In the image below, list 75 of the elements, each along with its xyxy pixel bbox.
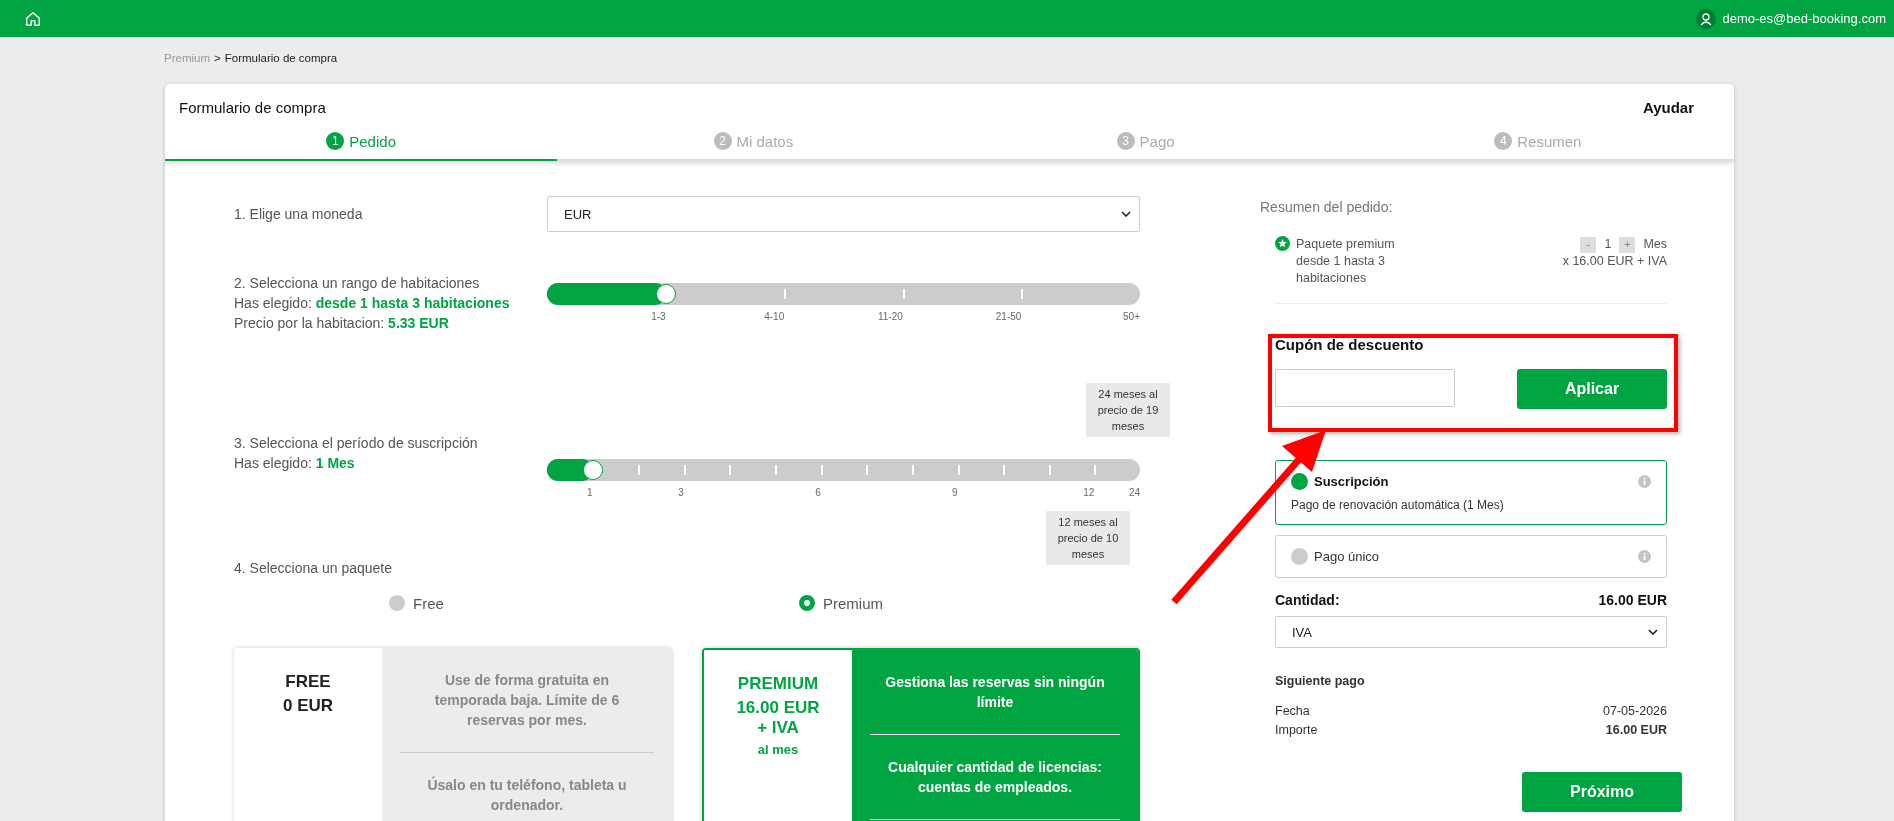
plan-price: 0 EUR — [282, 696, 334, 716]
chevron-icon — [1121, 211, 1131, 217]
next-button[interactable]: Próximo — [1522, 772, 1682, 812]
step-tab[interactable]: 2 Mi datos — [557, 123, 950, 161]
coupon-field[interactable] — [1275, 369, 1455, 407]
step-tab[interactable]: 3 Pago — [949, 123, 1342, 161]
star-badge-icon — [1275, 236, 1290, 251]
amount-label: Cantidad: — [1275, 592, 1340, 608]
tick-label: 3 — [678, 487, 684, 498]
user-email[interactable]: demo-es@bed-booking.com — [1722, 11, 1886, 26]
plan-price: 16.00 EUR + IVA — [735, 698, 821, 738]
plan-name: FREE — [285, 672, 331, 692]
tick-label: 1-3 — [651, 311, 666, 322]
rooms-slider[interactable] — [547, 283, 1140, 305]
tick-label: 9 — [951, 487, 958, 498]
tick-label: 24 — [1128, 487, 1140, 498]
tax-select[interactable]: IVA — [1275, 616, 1667, 648]
radio-dot — [1291, 473, 1308, 490]
tick-label: 12 — [1083, 487, 1095, 498]
help-link[interactable]: Ayudar — [1642, 99, 1694, 123]
tooltip: 12 meses al precio de 10 meses — [1046, 511, 1130, 565]
tick-label: 21-50 — [995, 311, 1022, 322]
step-tab[interactable]: 4 Resumen — [1341, 123, 1734, 161]
currency-label: 1. Elige una moneda — [234, 205, 364, 224]
plan-card[interactable]: PREMIUM 16.00 EUR + IVA al mes Gestiona las reservas sin ningún límite Cualquier cantidad de licencias: cuentas de empleados. — [702, 648, 1140, 821]
chevron-icon — [1648, 629, 1658, 635]
tick-label: 1 — [587, 487, 593, 498]
coupon-label: Cupón de descuento — [1275, 336, 1425, 353]
period-chosen: Has elegido: 1 Mes — [234, 454, 356, 473]
tick-label: 6 — [815, 487, 821, 498]
plan-feature: Use de forma gratuita en temporada baja. Límite de 6 reservas por mes. — [400, 648, 654, 753]
plan-feature: Úsalo en tu teléfono, tableta u ordenador. — [400, 753, 654, 821]
tick-label: 11-20 — [877, 311, 903, 322]
detail-label: Importe — [1275, 722, 1318, 739]
detail-value: 16.00 EUR — [1605, 722, 1667, 739]
form-title: Formulario de compra — [179, 99, 326, 118]
step-tab[interactable]: 1 Pedido — [165, 123, 558, 161]
plan-feature: Gestiona las reservas sin ningún límite — [870, 650, 1120, 735]
info-icon[interactable] — [1638, 550, 1651, 563]
summary-title: Resumen del pedido: — [1260, 199, 1394, 215]
tick-label: 4-10 — [764, 311, 785, 322]
home-icon[interactable] — [24, 9, 42, 28]
breadcrumb-item: > — [214, 52, 221, 66]
breadcrumb-link[interactable]: Premium — [164, 52, 210, 72]
breadcrumb-item: Formulario de compra — [224, 52, 338, 66]
package-radio[interactable]: Premium — [799, 592, 1209, 614]
unit-label: Mes — [1643, 236, 1667, 253]
payment-option[interactable]: Pago único — [1275, 535, 1667, 578]
package-radio[interactable]: Free — [389, 592, 799, 614]
room-price: Precio por la habitacion: 5.33 EUR — [234, 314, 450, 333]
unit-price: x 16.00 EUR + IVA — [1562, 253, 1667, 270]
rooms-chosen: Has elegido: desde 1 hasta 3 habitaciones — [234, 294, 511, 313]
detail-label: Fecha — [1275, 703, 1310, 720]
user-icon[interactable] — [1696, 8, 1717, 29]
period-label: 3. Selecciona el período de suscripción — [234, 434, 479, 453]
plan-name: PREMIUM — [737, 674, 819, 694]
plan-feature: Cualquier cantidad de licencias: cuentas de empleados. — [870, 735, 1120, 820]
package-label: 4. Selecciona un paquete — [234, 559, 393, 578]
apply-button[interactable]: Aplicar — [1517, 369, 1667, 409]
currency-select[interactable]: EUR — [547, 196, 1140, 232]
plus-button[interactable]: + — [1619, 236, 1636, 253]
package-name: Paquete premium desde 1 hasta 3 habitaciones — [1296, 236, 1396, 287]
amount-value: 16.00 EUR — [1598, 592, 1667, 608]
radio-dot — [1291, 548, 1308, 565]
plan-period: al mes — [757, 742, 799, 757]
tick-label: 50+ — [1123, 311, 1140, 322]
tooltip: 24 meses al precio de 19 meses — [1086, 383, 1170, 437]
info-icon[interactable] — [1638, 475, 1651, 488]
payment-option[interactable]: Suscripción Pago de renovación automática (1 Mes) — [1275, 460, 1667, 525]
minus-button[interactable]: - — [1580, 236, 1597, 253]
rooms-label: 2. Selecciona un rango de habitaciones — [234, 274, 481, 293]
next-payment-title: Siguiente pago — [1275, 674, 1366, 688]
detail-value: 07-05-2026 — [1603, 703, 1667, 720]
quantity-value: 1 — [1604, 236, 1612, 253]
period-slider[interactable] — [547, 459, 1140, 481]
